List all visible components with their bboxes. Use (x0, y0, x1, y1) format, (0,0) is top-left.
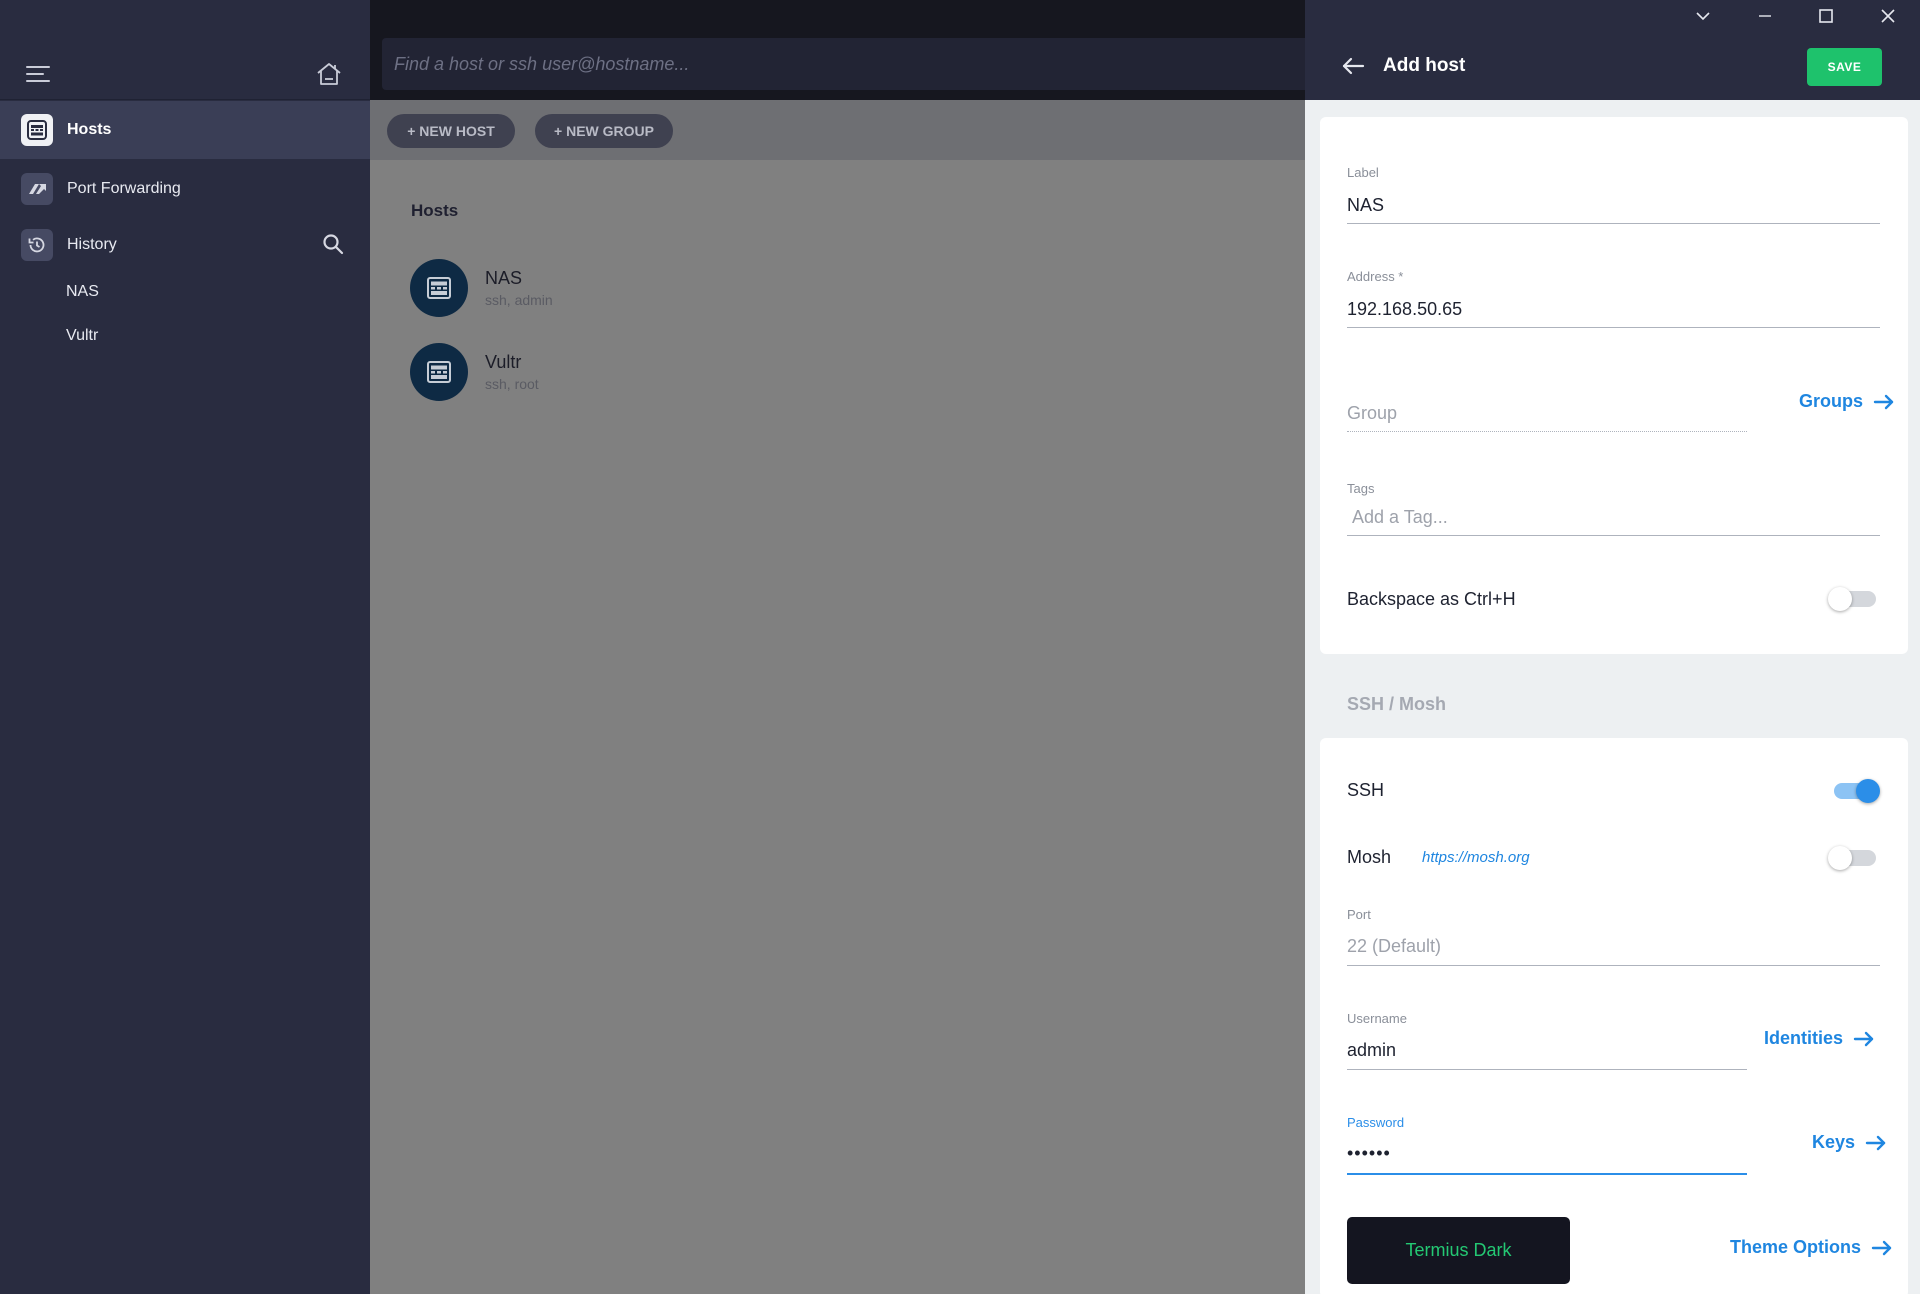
search-input[interactable] (382, 38, 1322, 90)
ssh-label: SSH (1347, 780, 1385, 800)
identities-link-label: Identities (1764, 1028, 1844, 1048)
menu-icon[interactable] (26, 66, 50, 82)
hosts-main-area: + NEW HOST + NEW GROUP Hosts NAS ssh, ad… (370, 100, 1305, 1294)
identities-link[interactable]: Identities (1764, 1028, 1875, 1049)
ssh-section-title: SSH / Mosh (1347, 694, 1447, 714)
theme-options-link[interactable]: Theme Options (1730, 1237, 1893, 1258)
address-field-label: Address * (1347, 269, 1404, 284)
sidebar-item-label: History (67, 236, 117, 253)
close-icon[interactable] (1878, 6, 1898, 26)
panel-header: Add host SAVE (1305, 0, 1920, 100)
new-host-button[interactable]: + NEW HOST (387, 114, 515, 148)
group-underline (1347, 431, 1747, 432)
ssh-toggle[interactable] (1830, 779, 1880, 803)
keys-link-label: Keys (1812, 1132, 1856, 1152)
mosh-toggle[interactable] (1828, 846, 1878, 870)
panel-title: Add host (1383, 55, 1466, 76)
host-subtitle: ssh, admin (485, 292, 553, 308)
app-window: Hosts Port Forwarding History NAS Vultr … (0, 0, 1920, 1294)
home-icon[interactable] (316, 62, 342, 86)
password-field-label: Password (1347, 1115, 1405, 1130)
server-icon (410, 259, 468, 317)
host-subtitle: ssh, root (485, 376, 539, 392)
host-name: Vultr (485, 352, 522, 372)
port-field[interactable]: 22 (Default) (1347, 936, 1441, 957)
port-field-label: Port (1347, 907, 1371, 922)
history-entry-nas[interactable]: NAS (66, 283, 99, 301)
save-button[interactable]: SAVE (1807, 48, 1882, 86)
general-card: Label NAS Address * 192.168.50.65 Group … (1320, 117, 1908, 654)
back-arrow-icon[interactable] (1341, 56, 1365, 76)
arrow-right-icon (1873, 394, 1894, 409)
groups-link-label: Groups (1799, 391, 1864, 411)
arrow-right-icon (1871, 1240, 1892, 1255)
address-underline (1347, 327, 1880, 328)
sidebar-item-label: Hosts (67, 121, 112, 138)
minimize-icon[interactable] (1755, 6, 1775, 26)
arrow-right-icon (1853, 1031, 1874, 1046)
search-field (382, 38, 1322, 90)
maximize-icon[interactable] (1816, 6, 1836, 26)
sidebar-item-port-forwarding[interactable]: Port Forwarding (0, 160, 370, 218)
theme-preview-button[interactable]: Termius Dark (1347, 1217, 1570, 1284)
theme-options-link-label: Theme Options (1730, 1237, 1862, 1257)
search-bar (370, 0, 1322, 100)
history-icon (21, 229, 53, 261)
ssh-card: SSH Mosh https://mosh.org Port 22 (Defau… (1320, 738, 1908, 1294)
new-group-button[interactable]: + NEW GROUP (535, 114, 673, 148)
host-item-nas[interactable]: NAS ssh, admin (410, 259, 553, 317)
label-field[interactable]: NAS (1347, 195, 1384, 216)
label-underline (1347, 223, 1880, 224)
hosts-section-title: Hosts (411, 201, 459, 220)
tags-field-label: Tags (1347, 481, 1375, 496)
history-entry-vultr[interactable]: Vultr (66, 327, 98, 345)
group-field[interactable]: Group (1347, 403, 1397, 424)
groups-link[interactable]: Groups (1799, 391, 1895, 412)
address-field[interactable]: 192.168.50.65 (1347, 299, 1462, 320)
backspace-label: Backspace as Ctrl+H (1347, 589, 1516, 609)
sidebar-item-label: Port Forwarding (67, 180, 181, 197)
host-name: NAS (485, 268, 523, 288)
port-underline (1347, 965, 1880, 966)
username-underline (1347, 1069, 1747, 1070)
sidebar-item-hosts[interactable]: Hosts (0, 101, 370, 159)
keys-link[interactable]: Keys (1812, 1132, 1887, 1153)
mosh-link[interactable]: https://mosh.org (1422, 849, 1530, 866)
chevron-down-icon[interactable] (1693, 6, 1713, 26)
sidebar: Hosts Port Forwarding History NAS Vultr (0, 0, 370, 1294)
label-field-label: Label (1347, 165, 1379, 180)
search-icon[interactable] (322, 233, 344, 255)
tags-input[interactable]: Add a Tag... (1352, 507, 1448, 528)
username-field-label: Username (1347, 1011, 1407, 1026)
server-icon (410, 343, 468, 401)
password-underline (1347, 1173, 1747, 1175)
hosts-icon (21, 114, 53, 146)
add-host-panel: Add host SAVE Label NAS Address * 192.16… (1305, 0, 1920, 1294)
host-item-vultr[interactable]: Vultr ssh, root (410, 343, 539, 401)
action-bar: + NEW HOST + NEW GROUP (370, 100, 1305, 160)
password-field[interactable]: •••••• (1347, 1143, 1391, 1164)
backspace-toggle[interactable] (1828, 587, 1878, 611)
mosh-label: Mosh (1347, 847, 1392, 867)
tags-underline (1347, 535, 1880, 536)
arrow-right-icon (1865, 1135, 1886, 1150)
port-forwarding-icon (21, 173, 53, 205)
sidebar-item-history[interactable]: History (0, 216, 370, 274)
sidebar-header (0, 0, 370, 100)
username-field[interactable]: admin (1347, 1040, 1396, 1061)
